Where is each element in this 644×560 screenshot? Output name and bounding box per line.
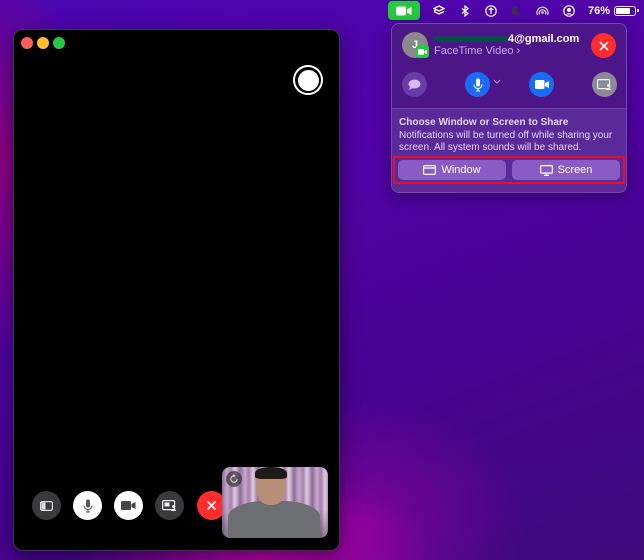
self-view-person-body (228, 501, 320, 538)
screen-share-icon (597, 79, 611, 90)
video-camera-icon (534, 80, 549, 89)
video-button[interactable] (529, 72, 554, 97)
battery-icon (614, 5, 639, 16)
microphone-icon (472, 78, 483, 92)
self-view-person-hair (255, 467, 287, 479)
window-icon (423, 165, 437, 175)
accessibility-icon (485, 4, 497, 17)
messages-button[interactable] (402, 72, 427, 97)
facetime-video-indicator[interactable] (387, 1, 420, 20)
share-options-highlight: Window Screen (393, 156, 625, 184)
rotate-camera-button[interactable] (226, 471, 242, 487)
facetime-badge-icon (416, 45, 429, 58)
live-photo-shutter-button[interactable] (293, 65, 323, 95)
screen-share-icon (162, 500, 176, 511)
screen-share-section: Choose Window or Screen to Share Notific… (392, 109, 626, 192)
call-type-link[interactable]: FaceTime Video › (434, 45, 520, 57)
window-controls (21, 37, 65, 49)
battery-level (616, 7, 630, 14)
airdrop-menu[interactable] (530, 0, 556, 21)
microphone-button[interactable] (465, 72, 490, 97)
airdrop-icon (536, 6, 550, 15)
share-screen-label: Screen (557, 164, 593, 176)
share-title: Choose Window or Screen to Share (399, 117, 569, 128)
minimize-window-button[interactable] (37, 37, 49, 49)
redacted-text (434, 36, 508, 43)
sidebar-button[interactable] (32, 491, 61, 520)
chevron-right-icon: › (516, 45, 521, 57)
mute-button[interactable] (73, 491, 102, 520)
video-camera-icon (121, 501, 136, 510)
battery-menu[interactable] (614, 0, 639, 21)
display-icon (539, 164, 553, 176)
share-description: Notifications will be turned off while s… (399, 130, 613, 153)
layers-icon (432, 4, 445, 15)
call-info-section: J 4@gmail.com FaceTime Video › (392, 24, 626, 108)
microphone-icon (82, 499, 93, 513)
close-window-button[interactable] (21, 37, 33, 49)
bluetooth-menu[interactable] (452, 0, 478, 21)
contact-email: 4@gmail.com (434, 33, 579, 45)
facetime-call-popover: J 4@gmail.com FaceTime Video › Choose Wi… (391, 23, 627, 193)
close-icon (599, 41, 608, 50)
zoom-window-button[interactable] (53, 37, 65, 49)
user-circle-icon (563, 4, 575, 17)
message-bubble-icon (408, 79, 421, 90)
end-call-button[interactable] (591, 33, 616, 58)
microphone-options-button[interactable] (493, 79, 501, 84)
share-window-label: Window (441, 164, 481, 176)
menu-bar: 76% (0, 0, 644, 21)
screen-share-button[interactable] (592, 72, 617, 97)
user-menu[interactable] (556, 0, 582, 21)
shareplay-button[interactable] (155, 491, 184, 520)
share-screen-button[interactable]: Screen (512, 160, 620, 180)
shutter-icon (297, 69, 319, 91)
share-window-button[interactable]: Window (398, 160, 506, 180)
rotate-icon (230, 474, 238, 483)
moon-icon (511, 5, 522, 16)
sidebar-icon (40, 500, 53, 511)
camera-button[interactable] (114, 491, 143, 520)
self-view-preview[interactable] (222, 467, 328, 538)
layers-menu[interactable] (426, 0, 452, 21)
facetime-window (13, 29, 340, 551)
accessibility-menu[interactable] (478, 0, 504, 21)
close-icon (207, 501, 216, 510)
video-camera-icon (395, 6, 412, 15)
focus-menu[interactable] (504, 0, 530, 21)
bluetooth-icon (461, 4, 469, 17)
chevron-down-icon (493, 79, 501, 84)
call-type-label: FaceTime Video (434, 45, 514, 57)
battery-percentage[interactable]: 76% (588, 0, 610, 21)
contact-email-text: 4@gmail.com (508, 33, 580, 45)
